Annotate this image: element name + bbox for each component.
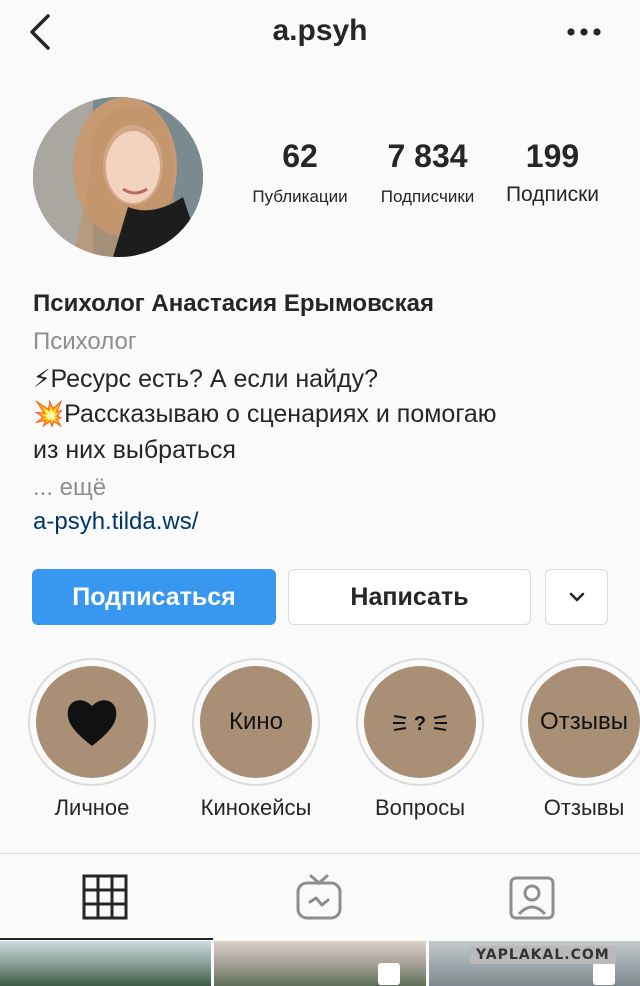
highlight-cover: Кино [200, 666, 312, 778]
grid-icon[interactable] [82, 874, 128, 920]
highlight-reviews[interactable]: Отзывы [520, 658, 640, 786]
highlight-personal[interactable] [28, 658, 156, 786]
avatar[interactable] [33, 97, 203, 257]
profile-website-link[interactable]: a-psyh.tilda.ws/ [33, 508, 198, 536]
follow-button[interactable]: Подписаться [32, 569, 276, 625]
igtv-icon[interactable] [295, 872, 343, 922]
profile-name: Психолог Анастасия Ерымовская [33, 290, 434, 317]
highlight-cover [36, 666, 148, 778]
highlight-cover: Отзывы [528, 666, 640, 778]
profile-category: Психолог [33, 328, 137, 355]
suggested-dropdown-button[interactable] [545, 569, 608, 625]
post-thumbnail[interactable] [0, 941, 211, 986]
highlight-cover-text: ? [414, 713, 426, 735]
posts-label[interactable]: Публикации [240, 187, 360, 207]
highlight-label[interactable]: Личное [12, 795, 172, 821]
bio-line: ⚡Ресурс есть? А если найду? [33, 365, 379, 393]
highlight-kinokeysy[interactable]: Кино [192, 658, 320, 786]
highlight-cover: ? [364, 666, 476, 778]
posts-count[interactable]: 62 [250, 138, 350, 175]
highlight-label[interactable]: Отзывы [504, 795, 640, 821]
more-horizontal-icon[interactable] [566, 24, 602, 40]
bio-more-link[interactable]: ... ещё [33, 474, 106, 502]
bio-line: из них выбраться [33, 436, 236, 464]
profile-username: a.psyh [272, 14, 368, 47]
tab-divider [0, 853, 640, 854]
following-count[interactable]: 199 [495, 138, 610, 175]
tagged-person-icon[interactable] [508, 874, 556, 922]
highlight-questions[interactable]: ? [356, 658, 484, 786]
question-sparkle-icon: ? [393, 713, 447, 735]
chevron-down-icon [569, 592, 584, 602]
followers-count[interactable]: 7 834 [365, 138, 490, 175]
post-thumbnail[interactable] [214, 941, 426, 986]
highlight-label[interactable]: Кинокейсы [176, 795, 336, 821]
highlight-cover-text: Кино [229, 708, 283, 735]
multi-post-icon [593, 963, 615, 985]
watermark: YAPLAKAL.COM [470, 946, 616, 964]
message-button[interactable]: Написать [288, 569, 531, 625]
highlight-label[interactable]: Вопросы [340, 795, 500, 821]
following-label[interactable]: Подписки [495, 183, 610, 207]
heart-icon [67, 700, 117, 746]
multi-post-icon [378, 963, 400, 985]
active-tab-indicator [0, 938, 213, 940]
bio-line: 💥Рассказываю о сценариях и помогаю [33, 400, 497, 428]
followers-label[interactable]: Подписчики [365, 187, 490, 207]
highlight-cover-text: Отзывы [540, 708, 628, 735]
